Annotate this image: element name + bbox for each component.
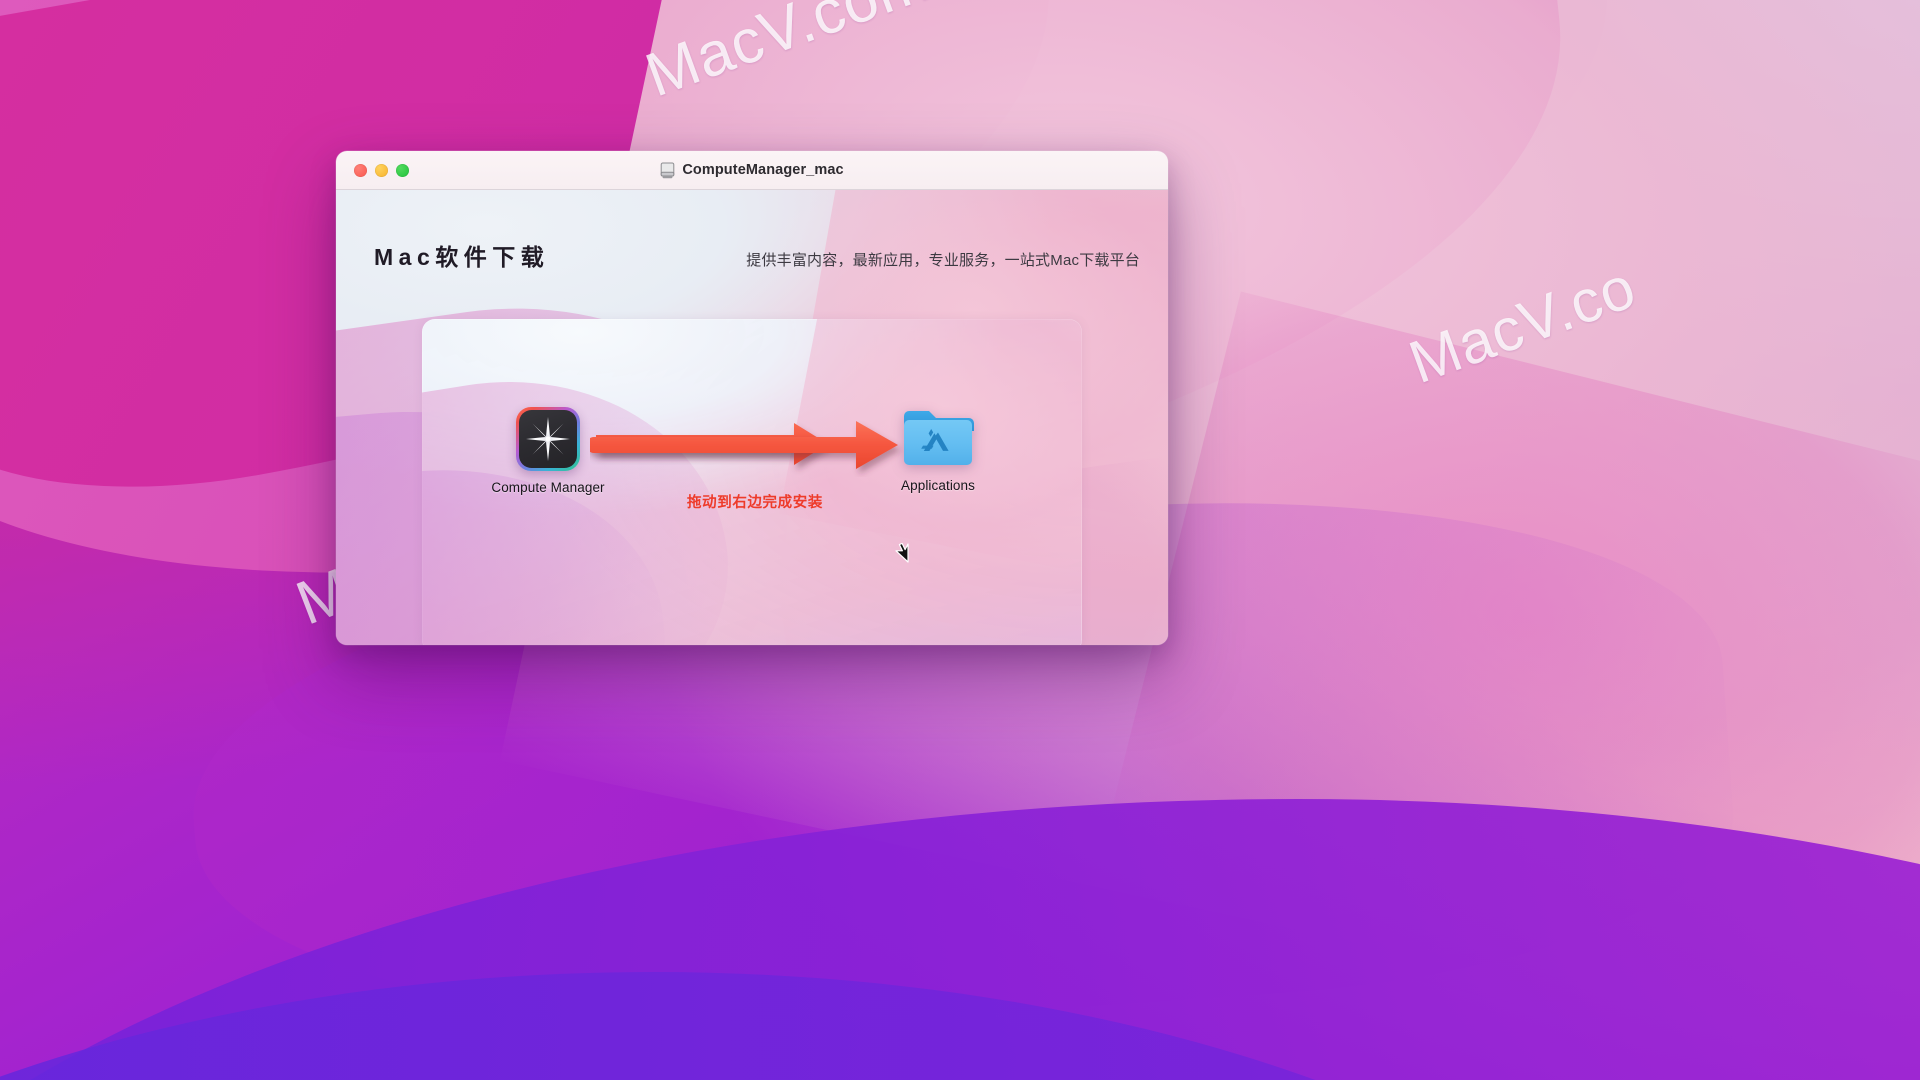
close-button[interactable] bbox=[354, 163, 367, 177]
drag-arrow-graphic bbox=[586, 421, 898, 469]
disk-drive-icon bbox=[661, 162, 675, 178]
sparkle-star-app-icon[interactable] bbox=[516, 407, 580, 471]
dmg-window-body: Mac软件下载 提供丰富内容，最新应用，专业服务，一站式Mac下载平台 Comp… bbox=[336, 190, 1168, 645]
window-title-group: ComputeManager_mac bbox=[336, 162, 1168, 179]
right-arrow-icon bbox=[586, 415, 920, 477]
dmg-window: ComputeManager_mac Mac软件下载 提供丰富内容，最新应用，专… bbox=[336, 151, 1168, 645]
sparkle-star-icon bbox=[526, 417, 570, 461]
drag-hint-text: 拖动到右边完成安装 bbox=[687, 495, 823, 511]
installer-icons-row: Compute Manager 拖动到右边完成安装 Applications bbox=[422, 319, 1082, 645]
app-icon-inner bbox=[519, 410, 577, 468]
arrow-front bbox=[586, 421, 898, 469]
brand-tagline: 提供丰富内容，最新应用，专业服务，一站式Mac下载平台 bbox=[746, 252, 1140, 269]
brand-title: Mac软件下载 bbox=[374, 244, 550, 270]
pointer-arrow-cursor bbox=[895, 543, 909, 563]
minimize-button[interactable] bbox=[375, 163, 388, 177]
installer-panel: Compute Manager 拖动到右边完成安装 Applications bbox=[422, 319, 1082, 645]
traffic-lights bbox=[354, 163, 409, 177]
dmg-header: Mac软件下载 提供丰富内容，最新应用，专业服务，一站式Mac下载平台 bbox=[336, 238, 1168, 272]
window-title: ComputeManager_mac bbox=[682, 162, 844, 178]
zoom-button[interactable] bbox=[396, 163, 409, 177]
window-titlebar[interactable]: ComputeManager_mac bbox=[336, 151, 1168, 190]
